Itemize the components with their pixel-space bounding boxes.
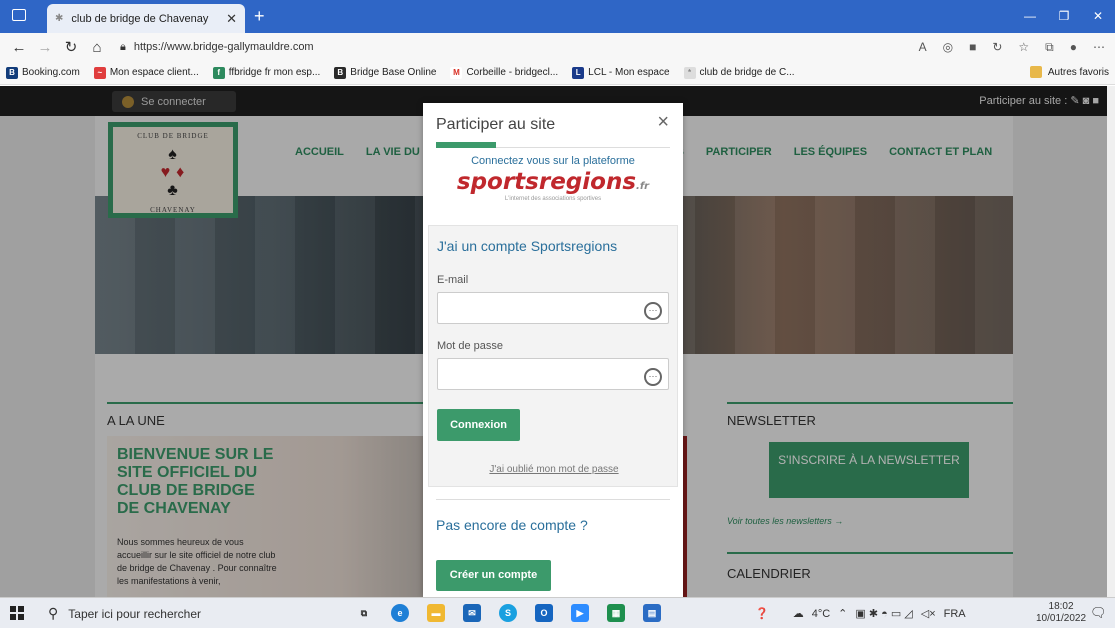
club-icon: *: [683, 66, 696, 79]
address-bar[interactable]: 🔒︎ https://www.bridge-gallymauldre.com: [120, 41, 919, 54]
address-toolbar: ← → ↻ ⌂ 🔒︎ https://www.bridge-gallymauld…: [0, 33, 1115, 61]
weather-icon[interactable]: ☁: [793, 607, 804, 620]
tray-icons[interactable]: ▣ ✱ ◓ ▭ ◿: [855, 607, 912, 620]
bookmark-item[interactable]: * club de bridge de C...: [683, 66, 795, 79]
language-indicator[interactable]: FRA: [944, 608, 966, 620]
divider: [436, 499, 670, 500]
modal-title: Participer au site: [436, 116, 556, 133]
collections-icon[interactable]: ⧉: [1045, 40, 1054, 55]
profile-icon[interactable]: ●: [1070, 40, 1077, 55]
search-icon: ⚲: [48, 605, 59, 621]
search-placeholder: Taper ici pour rechercher: [68, 606, 201, 621]
minimize-icon[interactable]: —: [1013, 0, 1047, 33]
scrollbar[interactable]: [1107, 86, 1115, 597]
toolbar-icons: A ◎ ■ ↻ ☆ ⧉ ● ⋯: [919, 40, 1105, 55]
have-account-heading: J'ai un compte Sportsregions: [437, 238, 618, 254]
back-icon[interactable]: ←: [6, 39, 32, 56]
favorites-icon[interactable]: ☆: [1018, 40, 1029, 55]
home-icon[interactable]: ⌂: [84, 39, 110, 56]
zoom-icon[interactable]: ▶: [571, 604, 589, 622]
email-field[interactable]: ⋯: [437, 292, 669, 324]
restore-icon[interactable]: ❐: [1047, 0, 1081, 33]
lock-icon: 🔒︎: [120, 40, 126, 53]
system-tray: ❓ ☁ 4°C ⌃ ▣ ✱ ◓ ▭ ◿ ◁× FRA: [755, 598, 966, 628]
forward-icon[interactable]: →: [32, 39, 58, 56]
weather-temp[interactable]: 4°C: [812, 608, 830, 620]
windows-taskbar: ⚲ Taper ici pour rechercher ⧉ e ▬ ✉ S O …: [0, 597, 1115, 628]
bookmark-item[interactable]: B Bridge Base Online: [334, 66, 436, 79]
bookmark-item[interactable]: ~ Mon espace client...: [93, 66, 199, 79]
folder-icon: [1029, 66, 1042, 78]
booking-icon: B: [6, 66, 18, 79]
green-tag: [436, 142, 496, 148]
forgot-password-link[interactable]: J'ai oublié mon mot de passe: [429, 464, 679, 475]
create-account-button[interactable]: Créer un compte: [436, 560, 551, 591]
chevron-up-icon[interactable]: ⌃: [838, 607, 847, 620]
password-label: Mot de passe: [437, 340, 504, 352]
edge-icon[interactable]: e: [391, 604, 409, 622]
taskbar-search[interactable]: ⚲ Taper ici pour rechercher: [48, 598, 320, 628]
other-favorites[interactable]: Autres favoris: [1029, 66, 1109, 78]
windows-start-icon[interactable]: [10, 606, 24, 620]
login-form: J'ai un compte Sportsregions E-mail ⋯ Mo…: [428, 225, 678, 487]
bookmark-item[interactable]: L LCL - Mon espace: [572, 66, 670, 79]
mail-icon[interactable]: ✉: [463, 604, 481, 622]
browser-tab[interactable]: ✱ club de bridge de Chavenay ✕: [47, 4, 245, 33]
more-icon[interactable]: ⋯: [1093, 40, 1105, 55]
login-modal: Participer au site × Connectez vous sur …: [423, 103, 683, 597]
bookmarks-bar: B Booking.com ~ Mon espace client... f ffbr…: [0, 61, 1115, 85]
sportsregions-logo[interactable]: sportsregions.fr: [423, 169, 683, 195]
bbo-icon: B: [334, 66, 347, 79]
clock-time: 18:02: [1048, 601, 1074, 612]
tab-close-icon[interactable]: ✕: [226, 11, 237, 27]
ffbridge-icon: f: [212, 66, 225, 79]
app-icon[interactable]: ■: [969, 40, 976, 55]
email-label: E-mail: [437, 274, 469, 286]
clock-date: 10/01/2022: [1036, 613, 1087, 624]
help-icon[interactable]: ❓: [755, 607, 769, 620]
notifications-icon[interactable]: 🗨︎: [1090, 605, 1107, 621]
platform-text: Connectez vous sur la plateforme: [471, 155, 635, 167]
sync-icon[interactable]: ↻: [992, 40, 1002, 55]
refresh-icon[interactable]: ↻: [58, 38, 84, 56]
close-window-icon[interactable]: ✕: [1081, 0, 1115, 33]
tab-title: club de bridge de Chavenay: [71, 12, 209, 25]
skype-icon[interactable]: S: [499, 604, 517, 622]
no-account-heading: Pas encore de compte ?: [436, 517, 588, 533]
bookmark-icon: ~: [93, 66, 106, 79]
clock[interactable]: 18:02 10/01/2022: [1036, 601, 1086, 625]
gmail-icon: M: [450, 66, 463, 79]
window-controls: — ❐ ✕: [1013, 0, 1115, 33]
logo-slogan: L'internet des associations sportives: [504, 196, 602, 202]
lcl-icon: L: [572, 66, 585, 79]
bookmark-item[interactable]: B Booking.com: [6, 66, 80, 79]
spreadsheet-icon[interactable]: ▦: [607, 604, 625, 622]
task-view-icon[interactable]: ⧉: [355, 604, 373, 622]
volume-icon[interactable]: ◁×: [921, 607, 936, 620]
bookmark-item[interactable]: M Corbeille - bridgecl...: [450, 66, 558, 79]
file-explorer-icon[interactable]: ▬: [427, 604, 445, 622]
browser-title-bar: ✱ club de bridge de Chavenay ✕ + — ❐ ✕: [0, 0, 1115, 33]
tab-actions-icon[interactable]: [12, 9, 26, 21]
tab-favicon-icon: ✱: [55, 13, 64, 24]
bookmark-item[interactable]: f ffbridge fr mon esp...: [212, 66, 320, 79]
url-text: https://www.bridge-gallymauldre.com: [133, 41, 314, 53]
extension-icon[interactable]: ◎: [943, 40, 953, 55]
password-manager-icon[interactable]: ⋯: [644, 368, 662, 386]
read-aloud-icon[interactable]: A: [919, 40, 927, 55]
pinned-apps: ⧉ e ▬ ✉ S O ▶ ▦ ▤: [355, 604, 661, 622]
outlook-icon[interactable]: O: [535, 604, 553, 622]
close-icon[interactable]: ×: [657, 111, 669, 134]
password-manager-icon[interactable]: ⋯: [644, 302, 662, 320]
web-page: Se connecter Participer au site : ✎ ◙ ■ …: [0, 86, 1115, 597]
login-button[interactable]: Connexion: [437, 409, 520, 441]
password-field[interactable]: ⋯: [437, 358, 669, 390]
new-tab-button[interactable]: +: [254, 6, 265, 27]
document-icon[interactable]: ▤: [643, 604, 661, 622]
